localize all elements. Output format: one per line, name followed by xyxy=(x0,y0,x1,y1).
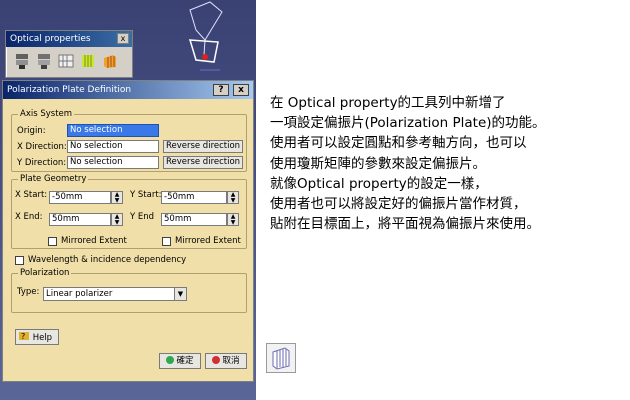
dialog-title-bar: Polarization Plate Definition ? x xyxy=(3,81,253,99)
help-button[interactable]: ? Help xyxy=(15,329,59,345)
plate-geometry-label: Plate Geometry xyxy=(18,174,89,184)
toolbar-title: Optical properties xyxy=(10,34,91,44)
cancel-button[interactable]: 取消 xyxy=(205,353,247,369)
polarization-type-label: Type: xyxy=(17,287,40,297)
optical-property-icon[interactable] xyxy=(12,50,32,72)
x-direction-field[interactable]: No selection xyxy=(67,140,159,153)
y-direction-label: Y Direction: xyxy=(17,158,67,168)
y-start-field[interactable]: -50mm xyxy=(161,191,227,204)
axis-system-label: Axis System xyxy=(18,109,75,119)
description-line: 一項設定偏振片(Polarization Plate)的功能。 xyxy=(270,115,546,132)
y-reverse-direction-button[interactable]: Reverse direction xyxy=(163,156,243,169)
polarization-plate-dialog: Polarization Plate Definition ? x Axis S… xyxy=(2,80,254,382)
description-line: 使用者可以設定圓點和參考軸方向，也可以 xyxy=(270,135,527,152)
toolbar-close-button[interactable]: x xyxy=(117,33,129,44)
grid-material-icon[interactable] xyxy=(56,50,76,72)
cancel-label: 取消 xyxy=(222,356,240,366)
help-label: Help xyxy=(32,333,53,343)
y-end-field[interactable]: 50mm xyxy=(161,213,227,226)
description-line: 貼附在目標面上，將平面視為偏振片來使用。 xyxy=(270,216,540,233)
dialog-title: Polarization Plate Definition xyxy=(7,85,132,95)
x-start-label: X Start: xyxy=(15,190,48,200)
description-text: 在 Optical property的工具列中新增了 一項設定偏振片(Polar… xyxy=(270,93,625,234)
origin-field[interactable]: No selection xyxy=(67,124,159,137)
ok-label: 確定 xyxy=(176,356,194,366)
wavelength-dependency-label: Wavelength & incidence dependency xyxy=(28,255,187,265)
dialog-help-button[interactable]: ? xyxy=(213,84,229,96)
x-end-field[interactable]: 50mm xyxy=(49,213,111,226)
y-direction-field[interactable]: No selection xyxy=(67,156,159,169)
polarization-plate-icon[interactable] xyxy=(266,343,296,373)
chevron-down-icon: ▼ xyxy=(174,288,186,300)
y-mirrored-extent-checkbox[interactable] xyxy=(162,237,171,246)
polarization-plate-icon[interactable] xyxy=(100,50,120,72)
x-end-label: X End: xyxy=(15,212,43,222)
cancel-icon xyxy=(212,356,221,364)
polarization-type-select[interactable]: Linear polarizer ▼ xyxy=(43,287,187,301)
toolbar-title-bar: Optical properties x xyxy=(6,31,132,47)
dialog-close-button[interactable]: x xyxy=(233,84,249,96)
description-line: 就像Optical property的設定一樣， xyxy=(270,175,488,192)
description-line: 使用瓊斯矩陣的參數來設定偏振片。 xyxy=(270,155,486,172)
x-start-spinner[interactable]: ▲ ▼ xyxy=(111,191,123,204)
x-direction-label: X Direction: xyxy=(17,142,67,152)
ok-icon xyxy=(166,356,175,364)
optical-properties-toolbar: Optical properties x xyxy=(5,30,133,78)
origin-label: Origin: xyxy=(17,126,46,136)
x-mirrored-extent-checkbox[interactable] xyxy=(48,237,57,246)
toolbar-icon-row xyxy=(6,47,132,75)
wavelength-dependency-checkbox[interactable] xyxy=(15,256,24,265)
y-end-spinner[interactable]: ▲ ▼ xyxy=(227,213,239,226)
x-reverse-direction-button[interactable]: Reverse direction xyxy=(163,140,243,153)
ok-button[interactable]: 確定 xyxy=(159,353,201,369)
y-start-spinner[interactable]: ▲ ▼ xyxy=(227,191,239,204)
polarization-type-value: Linear polarizer xyxy=(46,289,113,299)
description-line: 在 Optical property的工具列中新增了 xyxy=(270,95,506,111)
description-line: 使用者也可以將設定好的偏振片當作材質， xyxy=(270,196,527,213)
x-mirrored-extent-label: Mirrored Extent xyxy=(61,236,127,246)
y-start-label: Y Start: xyxy=(130,190,162,200)
polarization-label: Polarization xyxy=(18,268,72,278)
help-icon: ? xyxy=(19,332,29,341)
x-end-spinner[interactable]: ▲ ▼ xyxy=(111,213,123,226)
svg-text:?: ? xyxy=(21,332,25,341)
y-end-label: Y End xyxy=(130,212,155,222)
x-start-field[interactable]: -50mm xyxy=(49,191,111,204)
green-film-icon[interactable] xyxy=(78,50,98,72)
y-mirrored-extent-label: Mirrored Extent xyxy=(175,236,241,246)
optical-property-2-icon[interactable] xyxy=(34,50,54,72)
